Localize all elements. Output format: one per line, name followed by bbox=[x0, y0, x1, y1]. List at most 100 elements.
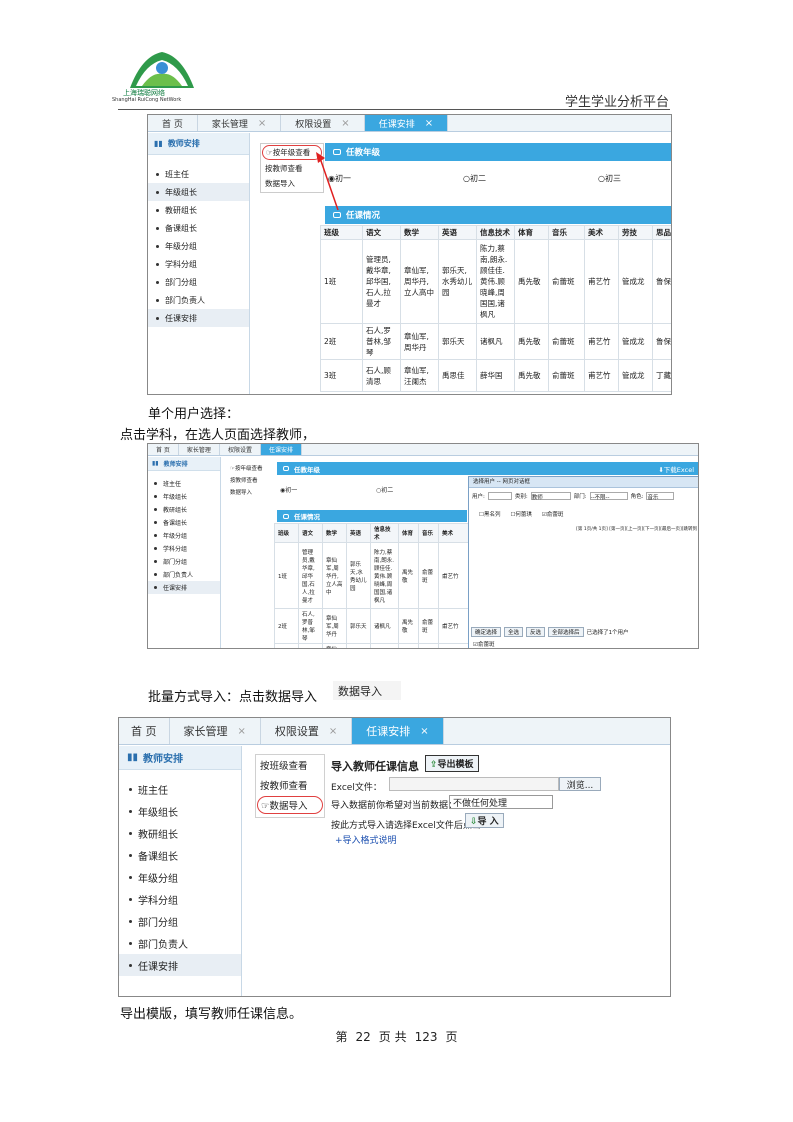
sidebar-item-dept-head[interactable]: 部门负责人 bbox=[119, 932, 241, 954]
radio-grade-2[interactable]: ○初二 bbox=[376, 485, 393, 494]
sidebar-item-grade-leader[interactable]: 年级组长 bbox=[119, 800, 241, 822]
menu-item-by-class[interactable]: 按班级查看 bbox=[256, 755, 324, 775]
radio-grade-1[interactable]: ◉初一 bbox=[280, 485, 376, 494]
sidebar-item-lesson-leader[interactable]: 备课组长 bbox=[119, 844, 241, 866]
sidebar-item-dept-head[interactable]: 部门负责人 bbox=[148, 568, 220, 581]
import-icon: ⇩ bbox=[470, 817, 478, 827]
overwrite-label: 导入数据前你希望对当前数据： bbox=[331, 801, 458, 811]
sidebar-item-grade-group[interactable]: 年级分组 bbox=[148, 529, 220, 542]
sidebar-header: ▮▮ 教师安排 bbox=[119, 746, 241, 770]
tab-permission-settings[interactable]: 权限设置 bbox=[220, 444, 261, 455]
view-menu: 按班级查看 按教师查看 ☞数据导入 bbox=[255, 754, 325, 818]
teacher-cell[interactable]: 郭乐天 bbox=[346, 608, 371, 644]
excel-file-input[interactable] bbox=[389, 777, 559, 791]
checkbox-item[interactable]: ☐何蕾琪 bbox=[510, 510, 531, 518]
export-template-button[interactable]: ⇪导出模板 bbox=[425, 755, 479, 772]
sidebar-item-research-leader[interactable]: 教研组长 bbox=[148, 503, 220, 516]
sidebar-item-subject-group[interactable]: 学科分组 bbox=[119, 888, 241, 910]
total-pages: 123 bbox=[414, 1030, 438, 1044]
browse-button[interactable]: 浏览... bbox=[559, 777, 601, 791]
column-header: 班级 bbox=[274, 523, 299, 543]
tab-parent-management[interactable]: 家长管理 × bbox=[170, 718, 261, 744]
sidebar-item-lesson-leader[interactable]: 备课组长 bbox=[148, 516, 220, 529]
menu-item-data-import[interactable]: 数据导入 bbox=[228, 486, 274, 498]
sidebar-item-grade-group[interactable]: 年级分组 bbox=[119, 866, 241, 888]
grade-panel-header: 任教年级 ⬇下载Excel bbox=[277, 462, 698, 475]
course-table: 班级 语文 数学 英语 信息技术 体育 音乐 美术 1班 管理员,戴华章,邱华国,石人,拉曼才章… bbox=[274, 523, 475, 648]
sidebar-item-research-leader[interactable]: 教研组长 bbox=[119, 822, 241, 844]
column-header: 体育 bbox=[398, 523, 419, 543]
import-button[interactable]: ⇩导 入 bbox=[465, 813, 504, 828]
sidebar-item-head-teacher[interactable]: 班主任 bbox=[119, 778, 241, 800]
select-all-button[interactable]: 全选 bbox=[504, 627, 524, 637]
teacher-cell[interactable]: 俞蕾斑 bbox=[418, 643, 439, 648]
teacher-cell[interactable]: 诸枫凡 bbox=[370, 608, 399, 644]
teacher-cell[interactable]: 禹思佳 bbox=[346, 643, 371, 648]
close-icon[interactable]: × bbox=[329, 726, 337, 737]
teacher-cell[interactable]: 禹先敬 bbox=[398, 542, 419, 609]
teacher-cell[interactable]: 章仙军,周华丹,立人高中 bbox=[322, 542, 347, 609]
teacher-cell[interactable]: 章仙军,汪阑杰 bbox=[322, 643, 347, 648]
role-input[interactable]: 音乐 bbox=[646, 492, 675, 501]
table-row: 3班石人,顾清思章仙军,汪阑杰禹思佳薛华国禹先敬俞蕾斑甫艺竹 bbox=[274, 643, 475, 648]
column-header: 数学 bbox=[322, 523, 347, 543]
overwrite-select[interactable]: 不做任何处理 bbox=[449, 795, 553, 809]
category-select[interactable]: 教师 bbox=[530, 492, 571, 501]
data-import-tag: 数据导入 bbox=[333, 681, 401, 700]
teacher-cell[interactable]: 郭乐天,水秀幼儿园 bbox=[346, 542, 371, 609]
sidebar-item-grade-leader[interactable]: 年级组长 bbox=[148, 490, 220, 503]
column-header: 音乐 bbox=[418, 523, 439, 543]
menu-item-by-teacher[interactable]: 按教师查看 bbox=[228, 474, 274, 486]
teacher-cell[interactable]: 薛华国 bbox=[370, 643, 399, 648]
import-hint: 按此方式导入请选择Excel文件后点击 bbox=[331, 821, 481, 831]
tab-permission-settings[interactable]: 权限设置 × bbox=[261, 718, 353, 744]
invert-select-button[interactable]: 反选 bbox=[526, 627, 546, 637]
sidebar-item-course-arrangement[interactable]: 任课安排 bbox=[119, 954, 241, 976]
excel-file-label: Excel文件： bbox=[331, 783, 382, 793]
confirm-select-button[interactable]: 确定选择 bbox=[471, 627, 502, 637]
text-export-note: 导出模版，填写教师任课信息。 bbox=[120, 1007, 303, 1022]
sidebar-item-dept-group[interactable]: 部门分组 bbox=[148, 555, 220, 568]
menu-item-data-import[interactable]: ☞数据导入 bbox=[257, 796, 323, 814]
sidebar-item-head-teacher[interactable]: 班主任 bbox=[148, 477, 220, 490]
close-icon[interactable]: × bbox=[238, 726, 246, 737]
teacher-cell[interactable]: 章仙军,周华丹 bbox=[322, 608, 347, 644]
selected-user-check[interactable]: ☑俞蕾斑 bbox=[473, 640, 494, 648]
teacher-cell[interactable]: 石人,顾清思 bbox=[298, 643, 323, 648]
teacher-cell[interactable]: 石人,罗普林,邹琴 bbox=[298, 608, 323, 644]
teacher-cell[interactable]: 陈力,蔡南,朗永.顾佳佳.黄伟.顾晓峰,周国国,诸枫凡 bbox=[370, 542, 399, 609]
tab-parent-management[interactable]: 家长管理 bbox=[179, 444, 220, 455]
menu-item-by-teacher[interactable]: 按教师查看 bbox=[256, 775, 324, 795]
sidebar-item-subject-group[interactable]: 学科分组 bbox=[148, 542, 220, 555]
department-select[interactable]: --不限-- bbox=[589, 492, 628, 501]
panel-icon bbox=[283, 466, 289, 471]
teacher-cell[interactable]: 禹先敬 bbox=[398, 643, 419, 648]
checkbox-item[interactable]: ☐黑名列 bbox=[479, 510, 500, 518]
close-icon[interactable]: × bbox=[420, 726, 428, 737]
tab-course-arrangement[interactable]: 任课安排 × bbox=[352, 718, 444, 744]
teacher-cell[interactable]: 俞蕾斑 bbox=[418, 608, 439, 644]
checkbox-item[interactable]: ☑俞蕾斑 bbox=[542, 510, 563, 518]
teacher-cell[interactable]: 俞蕾斑 bbox=[418, 542, 439, 609]
menu-item-by-grade[interactable]: ☞按年级查看 bbox=[228, 462, 274, 474]
tab-home[interactable]: 首 页 bbox=[148, 444, 179, 455]
dialog-pagination[interactable]: [第 1页/共 1页] [第一页][上一页][下一页][最后一页][跳转到 bbox=[469, 524, 698, 534]
select-all-after-button[interactable]: 全部选择后 bbox=[548, 627, 584, 637]
tab-course-arrangement[interactable]: 任课安排 bbox=[260, 444, 302, 455]
import-format-link[interactable]: +导入格式说明 bbox=[335, 833, 397, 846]
tab-home[interactable]: 首 页 bbox=[119, 718, 170, 744]
column-header: 信息技术 bbox=[370, 523, 399, 543]
teacher-cell[interactable]: 管理员,戴华章,邱华国,石人,拉曼才 bbox=[298, 542, 323, 609]
class-cell: 2班 bbox=[274, 608, 299, 644]
sidebar-item-dept-group[interactable]: 部门分组 bbox=[119, 910, 241, 932]
column-header: 语文 bbox=[298, 523, 323, 543]
sidebar-item-course-arrangement[interactable]: 任课安排 bbox=[148, 581, 220, 594]
text-batch-import: 批量方式导入：点击数据导入 bbox=[148, 690, 318, 705]
page-number: 22 bbox=[355, 1030, 371, 1044]
page-footer: 第 22 页 共 123 页 bbox=[335, 1030, 458, 1044]
teacher-cell[interactable]: 禹先敬 bbox=[398, 608, 419, 644]
table-row: 2班 石人,罗普林,邹琴 章仙军,周华丹 郭乐天 诸枫凡 禹先敬 俞蕾斑 甫艺竹 bbox=[274, 608, 475, 644]
user-input[interactable] bbox=[487, 492, 512, 500]
export-excel-link[interactable]: ⬇下载Excel bbox=[658, 464, 694, 474]
dialog-button-row: 确定选择 全选 反选 全部选择后 已选择了1个用户 bbox=[471, 627, 629, 637]
